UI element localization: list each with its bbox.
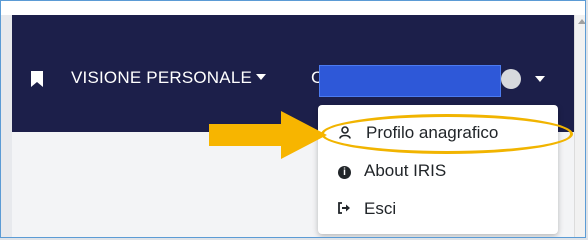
visione-personale-label: VISIONE PERSONALE [71, 68, 253, 87]
left-edge [1, 15, 12, 237]
user-avatar-icon[interactable] [501, 69, 521, 89]
redacted-username[interactable] [319, 65, 501, 97]
chevron-down-icon [256, 74, 267, 81]
bookmark-icon[interactable] [31, 71, 43, 87]
annotation-highlight-ellipse [321, 114, 573, 154]
menu-item-esci[interactable]: Esci [338, 199, 396, 219]
browser-frame: VISIONE PERSONALE C Profilo anagrafico i… [0, 0, 586, 238]
menu-item-label: About IRIS [364, 161, 447, 180]
scroll-up-icon[interactable] [578, 19, 585, 24]
sign-out-icon [338, 202, 350, 214]
info-circle-icon: i [338, 166, 351, 179]
top-strip [1, 1, 585, 15]
scrollbar[interactable] [574, 15, 585, 237]
visione-personale-menu[interactable]: VISIONE PERSONALE [71, 68, 267, 88]
annotation-arrow-icon [209, 111, 327, 159]
menu-item-about-iris[interactable]: i About IRIS [338, 161, 446, 181]
user-menu-chevron-down-icon[interactable] [535, 76, 545, 82]
menu-item-label: Esci [364, 199, 397, 218]
